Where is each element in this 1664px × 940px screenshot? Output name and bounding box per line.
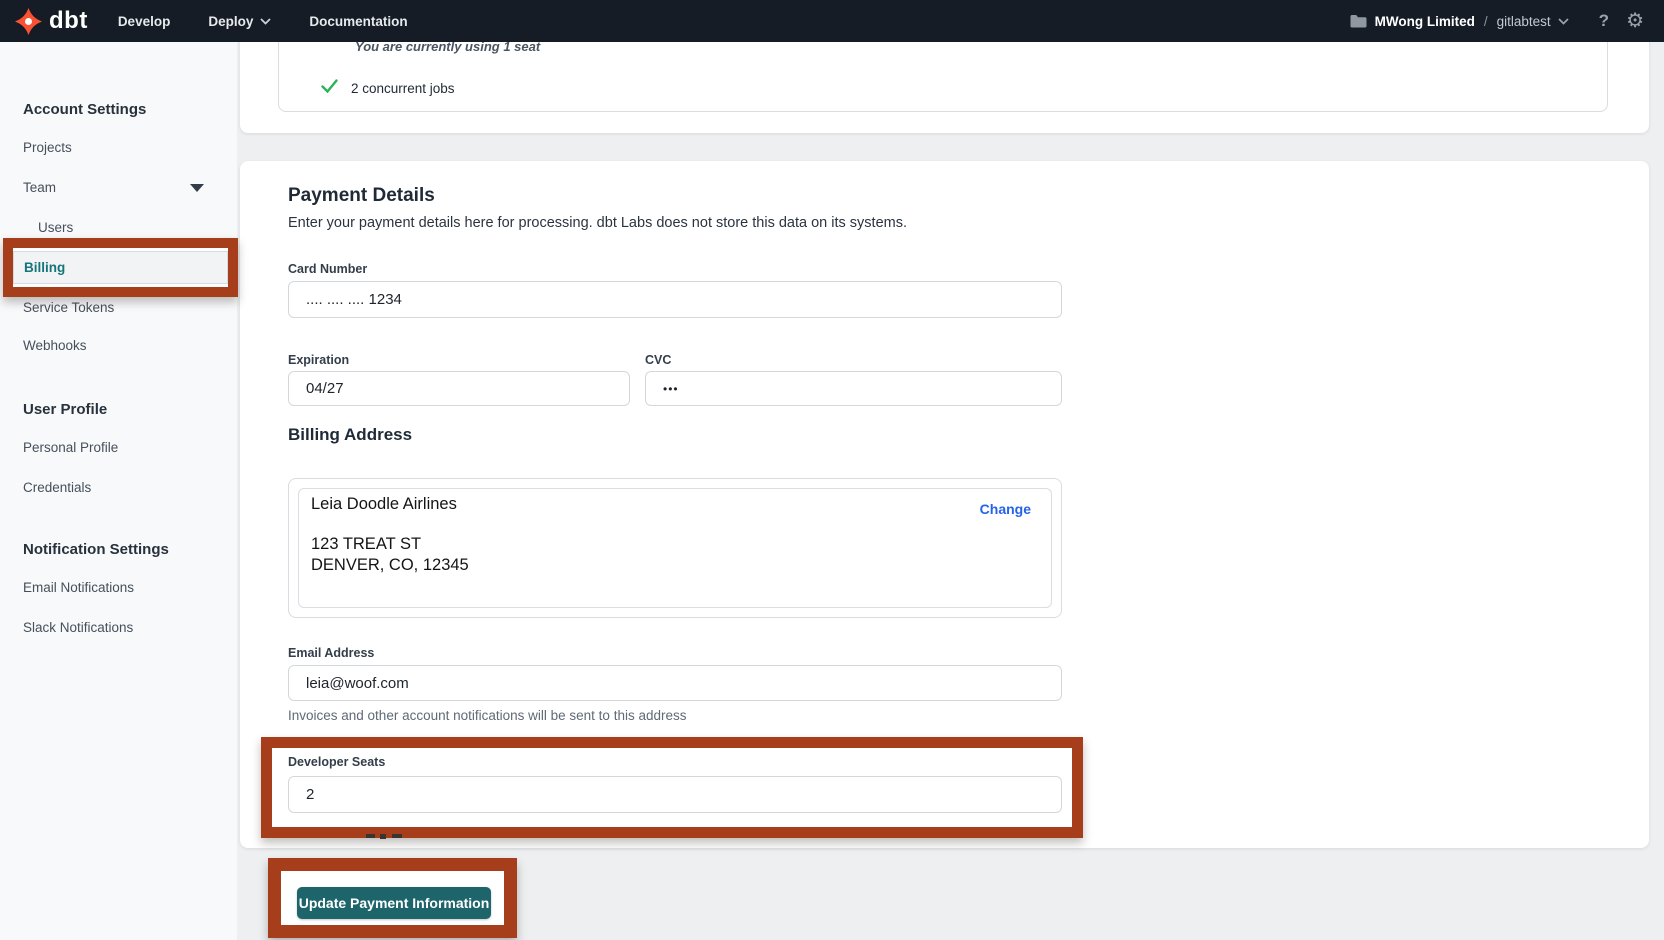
email-helper-text: Invoices and other account notifications… [288,708,686,723]
billing-address-name: Leia Doodle Airlines [311,495,457,514]
sidebar-item-email-notifications[interactable]: Email Notifications [23,580,134,595]
card-number-input[interactable] [288,281,1062,318]
cvc-input[interactable] [645,371,1062,406]
nav-item-deploy[interactable]: Deploy [208,14,271,29]
sidebar-item-service-tokens[interactable]: Service Tokens [23,300,114,315]
sidebar-item-credentials[interactable]: Credentials [23,480,91,495]
billing-address-box: Leia Doodle Airlines Change 123 TREAT ST… [288,478,1062,618]
dbt-logo[interactable]: dbt [15,7,88,35]
payment-details-subtitle: Enter your payment details here for proc… [288,215,907,231]
billing-address-title: Billing Address [288,425,412,445]
sidebar-item-personal-profile[interactable]: Personal Profile [23,440,118,455]
concurrent-jobs-text: 2 concurrent jobs [351,81,455,96]
nav-item-develop[interactable]: Develop [118,14,171,29]
nav-item-documentation[interactable]: Documentation [309,14,407,29]
billing-address-inner-box: Leia Doodle Airlines Change 123 TREAT ST… [298,488,1052,608]
occluded-text-fragment [380,834,386,839]
developer-seats-label: Developer Seats [288,755,385,769]
check-icon [321,79,338,98]
sidebar-item-team[interactable]: Team [23,180,56,195]
help-icon[interactable]: ? [1599,11,1609,31]
annotation-developer-seats: Developer Seats [261,737,1083,838]
dbt-logo-icon [15,8,42,35]
nav-right-cluster: MWong Limited / gitlabtest ? ⚙ [1350,11,1644,31]
folder-icon [1350,14,1367,28]
breadcrumb-separator: / [1484,14,1488,29]
sidebar-item-billing-label: Billing [14,260,65,275]
chevron-down-icon [260,18,271,25]
sidebar-item-webhooks[interactable]: Webhooks [23,338,87,353]
annotation-update-button: Update Payment Information [268,858,517,938]
cvc-label: CVC [645,353,671,367]
expiration-label: Expiration [288,353,349,367]
dbt-cloud-billing-page: You are currently using 1 seat 2 concurr… [0,0,1664,940]
settings-sidebar: Account Settings Projects Team Users Ser… [0,42,237,940]
concurrent-jobs-row: 2 concurrent jobs [321,79,455,98]
billing-address-line2: DENVER, CO, 12345 [311,556,469,575]
payment-details-title: Payment Details [288,185,435,207]
nav-menu: Develop Deploy Documentation [118,14,408,29]
chevron-down-icon [1558,18,1569,25]
sidebar-heading-account-settings: Account Settings [23,101,146,118]
billing-address-line1: 123 TREAT ST [311,535,421,554]
breadcrumb-project-label: gitlabtest [1497,14,1551,29]
nav-item-deploy-label: Deploy [208,14,253,29]
occluded-text-fragment [392,834,402,838]
breadcrumb-project[interactable]: gitlabtest [1497,14,1569,29]
developer-seats-input[interactable] [288,776,1062,813]
update-payment-button[interactable]: Update Payment Information [297,887,491,919]
sidebar-item-users[interactable]: Users [38,220,73,235]
sidebar-item-projects[interactable]: Projects [23,140,72,155]
sidebar-item-slack-notifications[interactable]: Slack Notifications [23,620,133,635]
occluded-text-fragment [366,834,375,838]
caret-down-icon[interactable] [190,184,204,192]
change-address-link[interactable]: Change [980,501,1031,517]
annotation-billing-nav: Billing [3,238,238,297]
dbt-logo-text: dbt [49,7,88,35]
card-number-label: Card Number [288,262,367,276]
sidebar-heading-notification-settings: Notification Settings [23,541,169,558]
expiration-input[interactable] [288,371,630,406]
email-address-label: Email Address [288,646,374,660]
breadcrumb-account[interactable]: MWong Limited [1375,14,1475,29]
sidebar-item-billing[interactable]: Billing [13,251,228,284]
top-navbar: dbt Develop Deploy Documentation MWong L… [0,0,1664,42]
gear-icon[interactable]: ⚙ [1626,11,1644,31]
sidebar-heading-user-profile: User Profile [23,401,107,418]
email-address-input[interactable] [288,665,1062,701]
